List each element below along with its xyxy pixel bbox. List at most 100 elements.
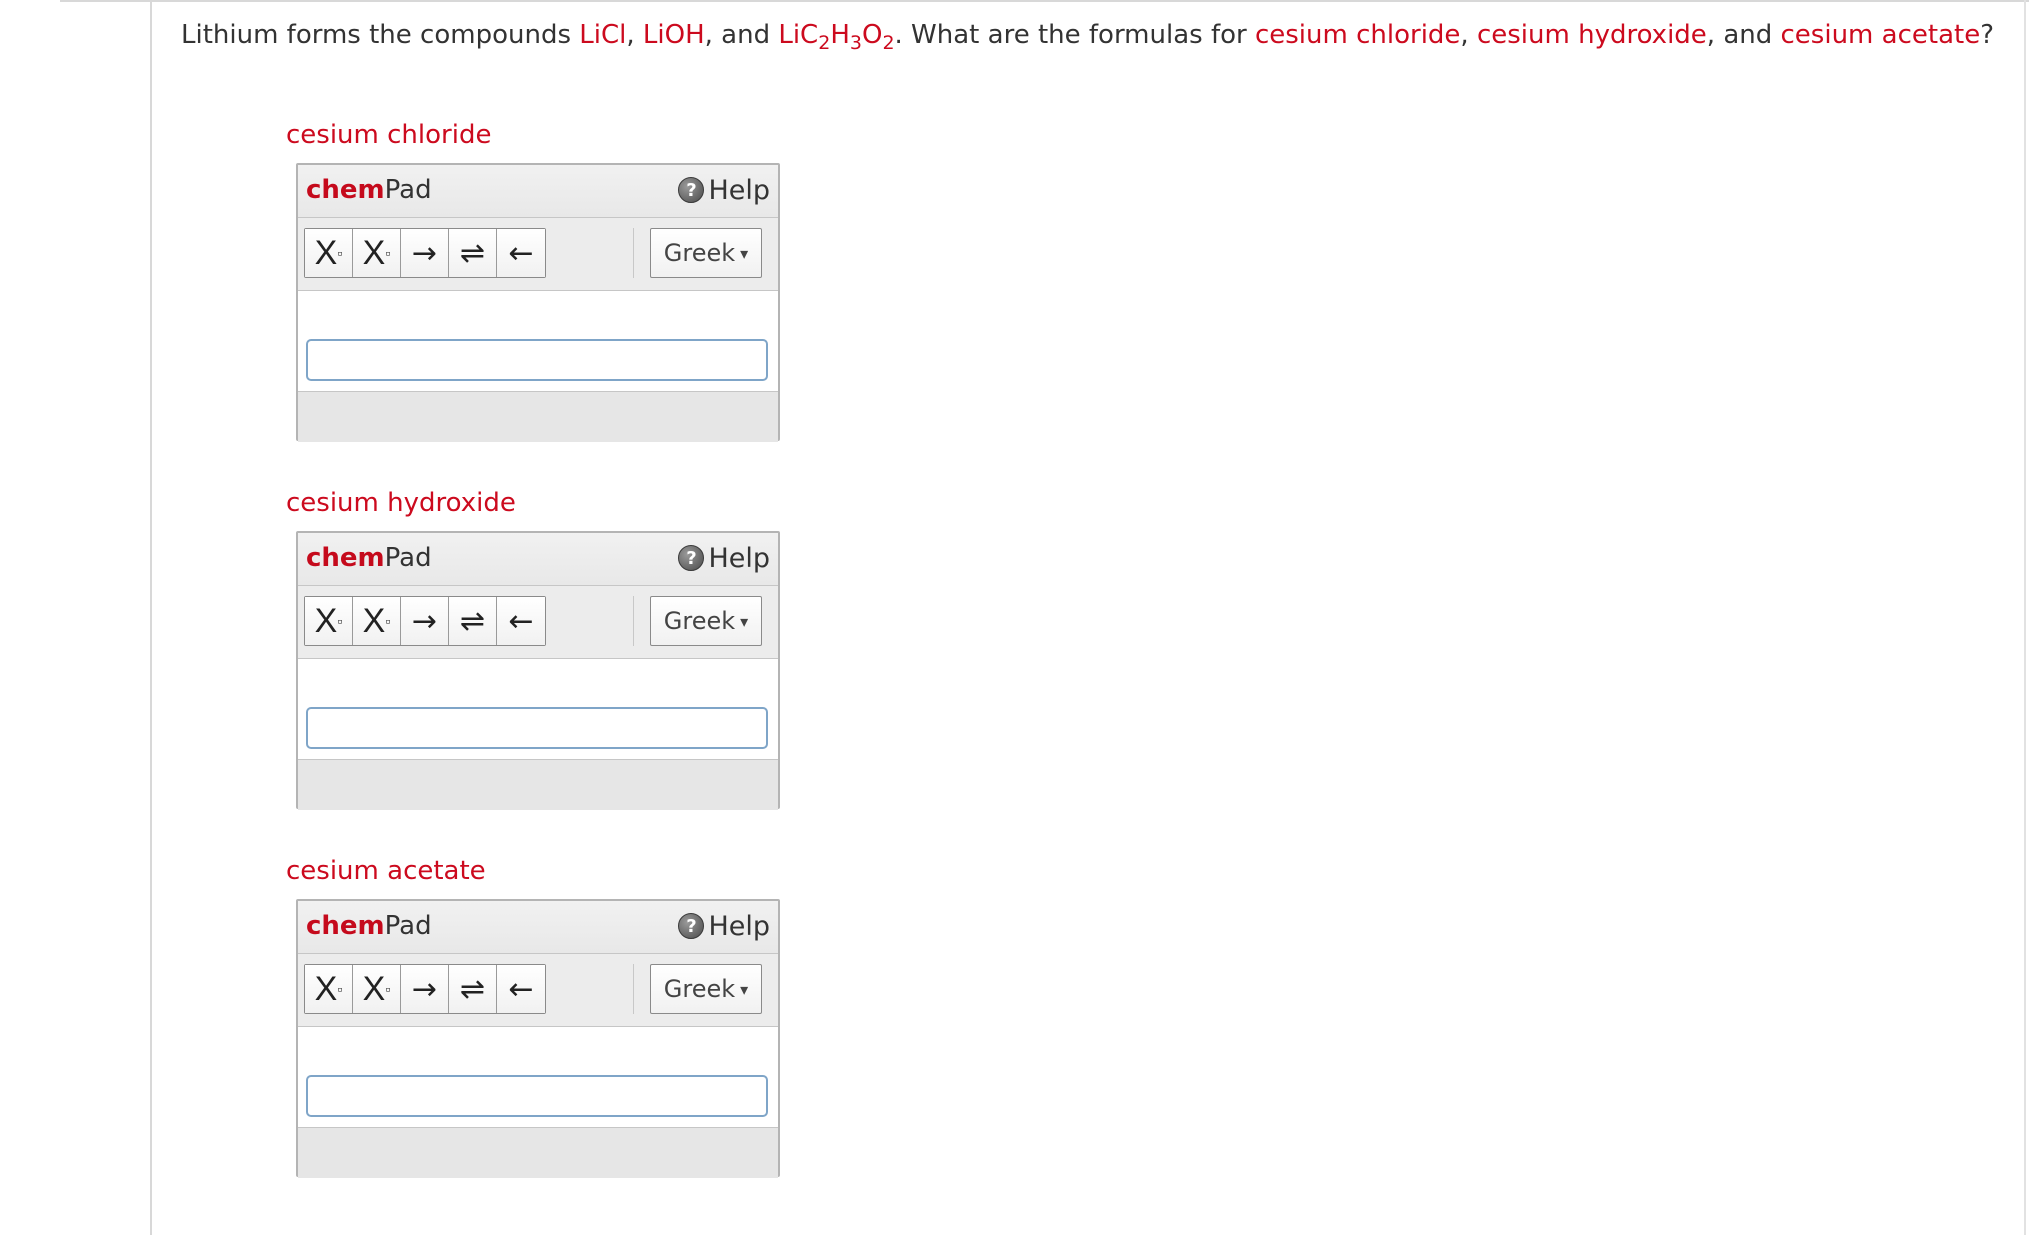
target-cesium-hydroxide: cesium hydroxide: [1476, 20, 1707, 50]
reaction-arrow-button[interactable]: →: [401, 597, 449, 645]
help-icon: ?: [678, 913, 705, 939]
greek-dropdown[interactable]: Greek ▾: [650, 964, 762, 1014]
greek-dropdown[interactable]: Greek ▾: [650, 228, 762, 278]
equilibrium-arrow-icon: ⇌: [459, 603, 486, 639]
toolbar-separator: [633, 964, 634, 1014]
toolbar-separator: [633, 596, 634, 646]
question-middle: . What are the formulas for: [894, 20, 1255, 50]
greek-label: Greek: [663, 607, 736, 635]
reaction-arrow-icon: →: [411, 971, 438, 1007]
question-end: ?: [1980, 20, 1994, 50]
help-button[interactable]: ? Help: [678, 542, 770, 574]
question-separator: ,: [1460, 20, 1477, 50]
target-cesium-chloride: cesium chloride: [1254, 20, 1461, 50]
question-separator: , and: [1706, 20, 1781, 50]
help-label: Help: [708, 174, 770, 206]
reverse-arrow-button[interactable]: ←: [497, 229, 545, 277]
answer-part-3: cesium acetate chemPad ? Help X ▫ X ▫ → ⇌ …: [286, 851, 782, 1178]
subscript-icon: X: [314, 601, 338, 640]
part-label: cesium acetate: [286, 856, 486, 886]
chempad-widget: chemPad ? Help X ▫ X ▫ → ⇌ ← Greek ▾: [296, 531, 780, 810]
greek-label: Greek: [663, 975, 736, 1003]
formula-input[interactable]: [306, 707, 768, 749]
equilibrium-arrow-button[interactable]: ⇌: [449, 229, 497, 277]
help-label: Help: [708, 542, 770, 574]
subscript-button[interactable]: X ▫: [305, 229, 353, 277]
subscript-button[interactable]: X ▫: [305, 597, 353, 645]
formula-input[interactable]: [306, 339, 768, 381]
top-divider: [60, 0, 2029, 2]
formula-subscript: 3: [849, 32, 862, 54]
reverse-arrow-icon: ←: [508, 235, 534, 271]
part-label: cesium chloride: [286, 120, 492, 150]
chempad-body: [298, 659, 778, 760]
formula-input[interactable]: [306, 1075, 768, 1117]
equilibrium-arrow-button[interactable]: ⇌: [449, 965, 497, 1013]
reverse-arrow-button[interactable]: ←: [497, 597, 545, 645]
format-button-group: X ▫ X ▫ → ⇌ ←: [304, 596, 546, 646]
chempad-logo-rest: Pad: [384, 911, 432, 941]
chempad-logo-rest: Pad: [384, 175, 432, 205]
compound-lioh: LiOH: [642, 20, 705, 50]
format-button-group: X ▫ X ▫ → ⇌ ←: [304, 228, 546, 278]
compound-licl: LiCl: [579, 20, 627, 50]
chempad-logo: chemPad: [306, 175, 432, 205]
question-text: Lithium forms the compounds LiCl, LiOH, …: [181, 10, 2011, 60]
reaction-arrow-button[interactable]: →: [401, 229, 449, 277]
part-label: cesium hydroxide: [286, 488, 516, 518]
formula-part: O: [861, 20, 883, 50]
chempad-footer: [298, 392, 778, 442]
chevron-down-icon: ▾: [740, 243, 749, 263]
chempad-logo-bold: chem: [306, 911, 385, 941]
subscript-box-icon: ▫: [337, 245, 343, 261]
help-label: Help: [708, 910, 770, 942]
subscript-button[interactable]: X ▫: [305, 965, 353, 1013]
chempad-body: [298, 291, 778, 392]
chempad-logo-bold: chem: [306, 543, 385, 573]
superscript-icon: X: [362, 969, 386, 1008]
reverse-arrow-icon: ←: [508, 603, 534, 639]
chempad-header: chemPad ? Help: [298, 533, 778, 586]
chempad-header: chemPad ? Help: [298, 165, 778, 218]
chempad-toolbar: X ▫ X ▫ → ⇌ ← Greek ▾: [298, 586, 778, 659]
chempad-logo-rest: Pad: [384, 543, 432, 573]
superscript-icon: X: [362, 601, 386, 640]
chevron-down-icon: ▾: [740, 979, 749, 999]
chempad-footer: [298, 760, 778, 810]
subscript-icon: X: [314, 233, 338, 272]
question-separator: ,: [626, 20, 643, 50]
chempad-widget: chemPad ? Help X ▫ X ▫ → ⇌ ← Greek ▾: [296, 163, 780, 442]
chempad-toolbar: X ▫ X ▫ → ⇌ ← Greek ▾: [298, 954, 778, 1027]
question-intro: Lithium forms the compounds: [181, 20, 580, 50]
chempad-logo-bold: chem: [306, 175, 385, 205]
equilibrium-arrow-icon: ⇌: [459, 235, 486, 271]
superscript-icon: X: [362, 233, 386, 272]
chempad-toolbar: X ▫ X ▫ → ⇌ ← Greek ▾: [298, 218, 778, 291]
equilibrium-arrow-icon: ⇌: [459, 971, 486, 1007]
reverse-arrow-button[interactable]: ←: [497, 965, 545, 1013]
superscript-button[interactable]: X ▫: [353, 597, 401, 645]
formula-part: LiC: [778, 20, 819, 50]
chempad-footer: [298, 1128, 778, 1178]
chempad-logo: chemPad: [306, 543, 432, 573]
subscript-box-icon: ▫: [337, 981, 343, 997]
superscript-button[interactable]: X ▫: [353, 229, 401, 277]
reverse-arrow-icon: ←: [508, 971, 534, 1007]
superscript-button[interactable]: X ▫: [353, 965, 401, 1013]
help-icon: ?: [678, 177, 705, 203]
greek-dropdown[interactable]: Greek ▾: [650, 596, 762, 646]
formula-subscript: 2: [818, 32, 831, 54]
formula-subscript: 2: [882, 32, 895, 54]
question-separator: , and: [704, 20, 779, 50]
answer-part-2: cesium hydroxide chemPad ? Help X ▫ X ▫ → …: [286, 483, 782, 810]
help-button[interactable]: ? Help: [678, 174, 770, 206]
reaction-arrow-button[interactable]: →: [401, 965, 449, 1013]
help-icon: ?: [678, 545, 705, 571]
help-button[interactable]: ? Help: [678, 910, 770, 942]
reaction-arrow-icon: →: [411, 235, 438, 271]
compound-lic2h3o2: LiC2H3O2: [778, 20, 894, 53]
right-divider: [2024, 0, 2026, 1235]
superscript-box-icon: ▫: [385, 613, 391, 629]
equilibrium-arrow-button[interactable]: ⇌: [449, 597, 497, 645]
subscript-box-icon: ▫: [337, 613, 343, 629]
